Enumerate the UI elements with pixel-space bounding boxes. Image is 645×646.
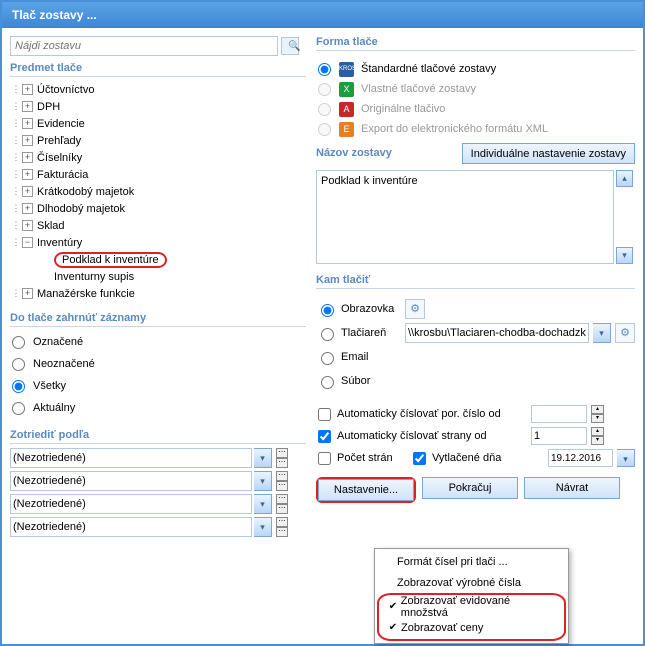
- expand-icon[interactable]: +: [22, 135, 33, 146]
- chevron-down-icon[interactable]: ▾: [617, 449, 635, 467]
- sort-opt-btn[interactable]: ⋯: [276, 481, 288, 491]
- radio-vlastne: [318, 83, 331, 96]
- navrat-button[interactable]: Návrat: [524, 477, 620, 499]
- search-input[interactable]: [10, 36, 278, 56]
- chevron-down-icon[interactable]: ▾: [254, 517, 272, 537]
- sort-select-2[interactable]: [10, 471, 252, 491]
- check-auto-str[interactable]: [318, 430, 331, 443]
- nastavenie-button[interactable]: Nastavenie...: [318, 479, 414, 501]
- check-vytlacene[interactable]: [413, 452, 426, 465]
- tree-item[interactable]: Prehľady: [37, 135, 81, 147]
- scroll-down-icon[interactable]: ▾: [616, 247, 633, 264]
- tree-item[interactable]: Sklad: [37, 220, 65, 232]
- tree-item[interactable]: Manažérske funkcie: [37, 288, 135, 300]
- page-number-input[interactable]: [531, 427, 587, 445]
- sort-opt-btn[interactable]: ⋯: [276, 504, 288, 514]
- radio-subor[interactable]: [321, 376, 334, 389]
- expand-icon[interactable]: +: [22, 152, 33, 163]
- search-icon[interactable]: 🔍: [281, 37, 299, 55]
- expand-icon[interactable]: +: [22, 118, 33, 129]
- sort-opt-btn[interactable]: ⋯: [276, 471, 288, 481]
- radio-vsetky[interactable]: [12, 380, 25, 393]
- radio-neoznacene[interactable]: [12, 358, 25, 371]
- tree-item[interactable]: Číselníky: [37, 152, 82, 164]
- sort-opt-btn[interactable]: ⋯: [276, 517, 288, 527]
- scroll-up-icon[interactable]: ▴: [616, 170, 633, 187]
- menu-zobrazovat-ceny[interactable]: ✔Zobrazovať ceny: [381, 617, 562, 638]
- menu-vyrobne-cisla[interactable]: Zobrazovať výrobné čísla: [377, 572, 566, 593]
- subject-tree: ⋮+Účtovníctvo ⋮+DPH ⋮+Evidencie ⋮+Prehľa…: [10, 81, 306, 302]
- excel-icon: X: [339, 82, 354, 97]
- window-title: Tlač zostavy ...: [12, 8, 97, 22]
- tree-item[interactable]: DPH: [37, 101, 60, 113]
- check-icon: ✔: [385, 622, 401, 633]
- tree-item[interactable]: Dlhodobý majetok: [37, 203, 125, 215]
- radio-original: [318, 103, 331, 116]
- tree-item[interactable]: Krátkodobý majetok: [37, 186, 134, 198]
- radio-email[interactable]: [321, 352, 334, 365]
- collapse-icon[interactable]: −: [22, 237, 33, 248]
- kros-icon: KROS: [339, 62, 354, 77]
- sort-opt-btn[interactable]: ⋯: [276, 527, 288, 537]
- gear-icon[interactable]: ⚙: [615, 323, 635, 343]
- section-forma: Forma tlače: [316, 36, 635, 51]
- chevron-down-icon[interactable]: ▾: [593, 323, 611, 343]
- radio-export: [318, 123, 331, 136]
- por-number-input[interactable]: [531, 405, 587, 423]
- expand-icon[interactable]: +: [22, 186, 33, 197]
- sort-opt-btn[interactable]: ⋯: [276, 494, 288, 504]
- date-input[interactable]: [548, 449, 613, 467]
- radio-aktualny[interactable]: [12, 402, 25, 415]
- section-sort: Zotriediť podľa: [10, 429, 306, 444]
- chevron-down-icon[interactable]: ▾: [254, 448, 272, 468]
- pdf-icon: A: [339, 102, 354, 117]
- expand-icon[interactable]: +: [22, 169, 33, 180]
- printer-select[interactable]: [405, 323, 589, 343]
- tree-item-supis[interactable]: Inventurny supis: [54, 271, 134, 283]
- radio-obrazovka[interactable]: [321, 304, 334, 317]
- sort-opt-btn[interactable]: ⋯: [276, 448, 288, 458]
- section-nazov: Názov zostavy: [316, 147, 392, 161]
- spin-down-icon[interactable]: ▾: [591, 436, 604, 445]
- sort-select-3[interactable]: [10, 494, 252, 514]
- window-titlebar: Tlač zostavy ...: [2, 2, 643, 28]
- spin-down-icon[interactable]: ▾: [591, 414, 604, 423]
- nastavenie-menu: Formát čísel pri tlači ... Zobrazovať vý…: [374, 548, 569, 644]
- section-kam: Kam tlačiť: [316, 274, 635, 289]
- radio-standard[interactable]: [318, 63, 331, 76]
- tree-item-podklad[interactable]: Podklad k inventúre: [62, 254, 159, 266]
- spin-up-icon[interactable]: ▴: [591, 427, 604, 436]
- check-pocet[interactable]: [318, 452, 331, 465]
- sort-opt-btn[interactable]: ⋯: [276, 458, 288, 468]
- report-name-textarea[interactable]: Podklad k inventúre: [316, 170, 614, 264]
- menu-evidovane-mnozstva[interactable]: ✔Zobrazovať evidované množstvá: [381, 596, 562, 617]
- radio-oznacene[interactable]: [12, 336, 25, 349]
- check-icon: ✔: [385, 601, 401, 612]
- tree-item[interactable]: Účtovníctvo: [37, 84, 94, 96]
- chevron-down-icon[interactable]: ▾: [254, 494, 272, 514]
- section-records: Do tlače zahrnúť záznamy: [10, 312, 306, 327]
- section-predmet: Predmet tlače: [10, 62, 306, 77]
- sort-select-4[interactable]: [10, 517, 252, 537]
- check-auto-por[interactable]: [318, 408, 331, 421]
- tree-item-inventury[interactable]: Inventúry: [37, 237, 82, 249]
- pokracuj-button[interactable]: Pokračuj: [422, 477, 518, 499]
- xml-icon: E: [339, 122, 354, 137]
- expand-icon[interactable]: +: [22, 203, 33, 214]
- chevron-down-icon[interactable]: ▾: [254, 471, 272, 491]
- expand-icon[interactable]: +: [22, 101, 33, 112]
- tree-item[interactable]: Fakturácia: [37, 169, 88, 181]
- menu-format-cisel[interactable]: Formát čísel pri tlači ...: [377, 551, 566, 572]
- expand-icon[interactable]: +: [22, 84, 33, 95]
- individual-settings-button[interactable]: Individuálne nastavenie zostavy: [462, 143, 635, 164]
- expand-icon[interactable]: +: [22, 288, 33, 299]
- gear-icon[interactable]: ⚙: [405, 299, 425, 319]
- sort-select-1[interactable]: [10, 448, 252, 468]
- radio-tlaciaren[interactable]: [321, 328, 334, 341]
- spin-up-icon[interactable]: ▴: [591, 405, 604, 414]
- expand-icon[interactable]: +: [22, 220, 33, 231]
- tree-item[interactable]: Evidencie: [37, 118, 85, 130]
